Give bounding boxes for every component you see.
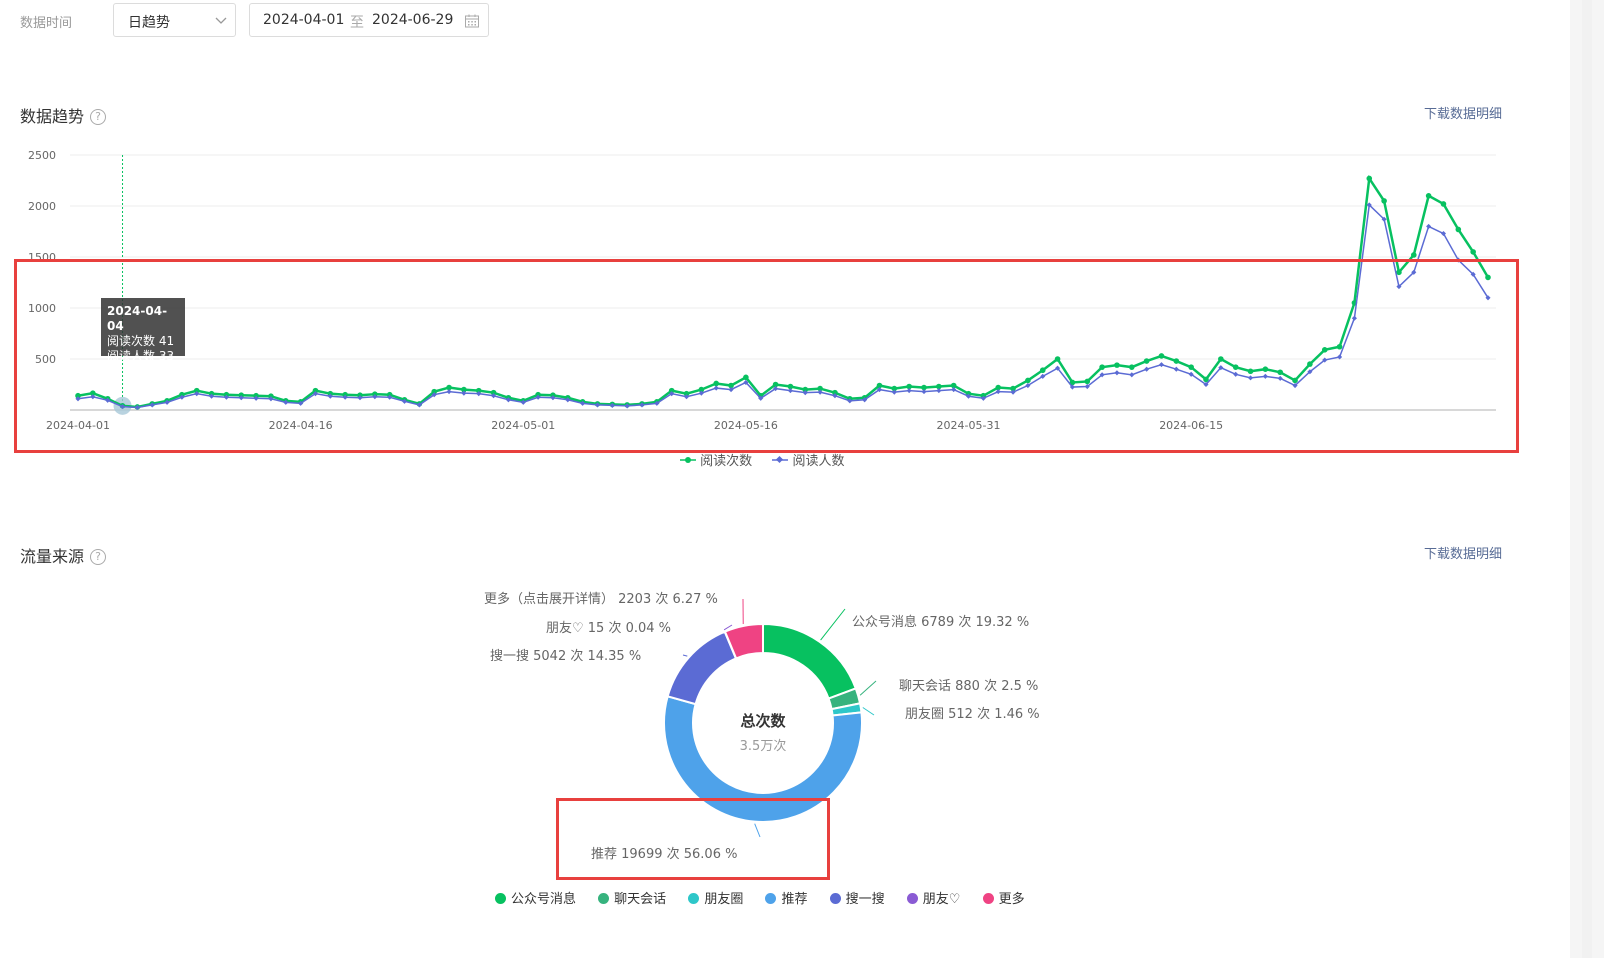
legend-item-moments[interactable]: 朋友圈: [688, 888, 743, 907]
chevron-down-icon: [215, 17, 227, 24]
granularity-value: 日趋势: [128, 15, 170, 31]
end-date[interactable]: 2024-06-29: [372, 12, 453, 28]
legend-item-chat[interactable]: 聊天会话: [598, 888, 666, 907]
data-point-reads: [1440, 201, 1447, 207]
legend-label: 搜一搜: [845, 892, 885, 907]
legend-dot: [598, 893, 610, 904]
pie-label-chat: 聊天会话 880 次 2.5 %: [899, 679, 1039, 694]
source-section-title: 流量来源?: [20, 543, 107, 567]
granularity-select[interactable]: 日趋势: [113, 3, 236, 37]
trend-title-text: 数据趋势: [20, 107, 85, 126]
data-point-reads: [1425, 193, 1432, 199]
legend-dot: [688, 893, 700, 904]
y-tick-label: 2000: [28, 200, 56, 213]
legend-readers-marker: [772, 455, 789, 464]
date-separator: 至: [350, 15, 364, 31]
legend-label: 朋友♡: [922, 892, 961, 907]
data-point-readers: [1426, 223, 1432, 229]
help-icon[interactable]: ?: [90, 549, 107, 565]
pie-label-friend: 朋友♡ 15 次 0.04 %: [546, 621, 672, 636]
pie-label-more[interactable]: 更多（点击展开详情） 2203 次 6.27 %: [484, 588, 718, 607]
legend-dot: [906, 893, 918, 904]
pie-label-official-msg: 公众号消息 6789 次 19.32 %: [852, 615, 1030, 630]
legend-item-readers[interactable]: 阅读人数: [772, 454, 844, 469]
legend-item-official-msg[interactable]: 公众号消息: [495, 888, 576, 907]
source-title-text: 流量来源: [20, 547, 85, 566]
source-download-link[interactable]: 下载数据明细: [1424, 543, 1502, 562]
legend-item-friend[interactable]: 朋友♡: [906, 888, 961, 907]
scrollbar-thumb[interactable]: [1582, 0, 1592, 958]
leader-line: [820, 608, 846, 641]
donut-center-title: 总次数: [740, 712, 786, 730]
leader-line: [859, 680, 877, 696]
legend-label: 聊天会话: [614, 892, 667, 907]
help-icon[interactable]: ?: [90, 109, 107, 125]
legend-dot: [982, 893, 994, 904]
data-point-reads: [1410, 252, 1417, 258]
legend-label: 公众号消息: [511, 892, 577, 907]
donut-center-total: 3.5万次: [739, 739, 787, 754]
date-filter-label: 数据时间: [20, 16, 73, 31]
legend-item-search[interactable]: 搜一搜: [829, 888, 885, 907]
legend-dot: [495, 893, 506, 904]
highlight-box-recommend: [556, 798, 830, 880]
trend-download-link[interactable]: 下载数据明细: [1424, 103, 1502, 122]
date-range-picker[interactable]: 2024-04-01 至 2024-06-29: [249, 3, 489, 37]
calendar-icon[interactable]: [464, 13, 480, 29]
data-point-reads: [1381, 198, 1387, 204]
legend-reads-label: 阅读次数: [700, 454, 753, 469]
data-point-reads: [1455, 226, 1462, 233]
legend-label: 朋友圈: [704, 892, 744, 907]
legend-label: 推荐: [781, 892, 808, 907]
donut-slice: [666, 630, 738, 706]
legend-item-reads[interactable]: 阅读次数: [680, 454, 752, 469]
donut-slice: [762, 622, 858, 700]
y-tick-label: 2500: [28, 149, 56, 162]
pie-label-search: 搜一搜 5042 次 14.35 %: [490, 649, 642, 664]
legend-item-more[interactable]: 更多: [982, 888, 1025, 907]
leader-line: [862, 707, 875, 716]
legend-dot: [765, 893, 777, 904]
legend-dot: [829, 893, 841, 904]
legend-label: 更多: [998, 892, 1025, 907]
legend-reads-marker: [680, 457, 696, 463]
data-point-reads: [1470, 249, 1476, 255]
start-date[interactable]: 2024-04-01: [263, 12, 344, 28]
donut-legend: 公众号消息 聊天会话 朋友圈 推荐 搜一搜 朋友♡ 更多: [495, 888, 1043, 907]
highlight-box-trend: [14, 259, 1519, 453]
legend-item-recommend[interactable]: 推荐: [765, 888, 807, 907]
legend-readers-label: 阅读人数: [792, 454, 845, 469]
page-scrollbar[interactable]: [1570, 0, 1604, 958]
data-point-reads: [1366, 175, 1373, 182]
trend-section-title: 数据趋势?: [20, 103, 107, 127]
leader-line: [682, 654, 688, 657]
pie-label-moments: 朋友圈 512 次 1.46 %: [905, 707, 1040, 722]
